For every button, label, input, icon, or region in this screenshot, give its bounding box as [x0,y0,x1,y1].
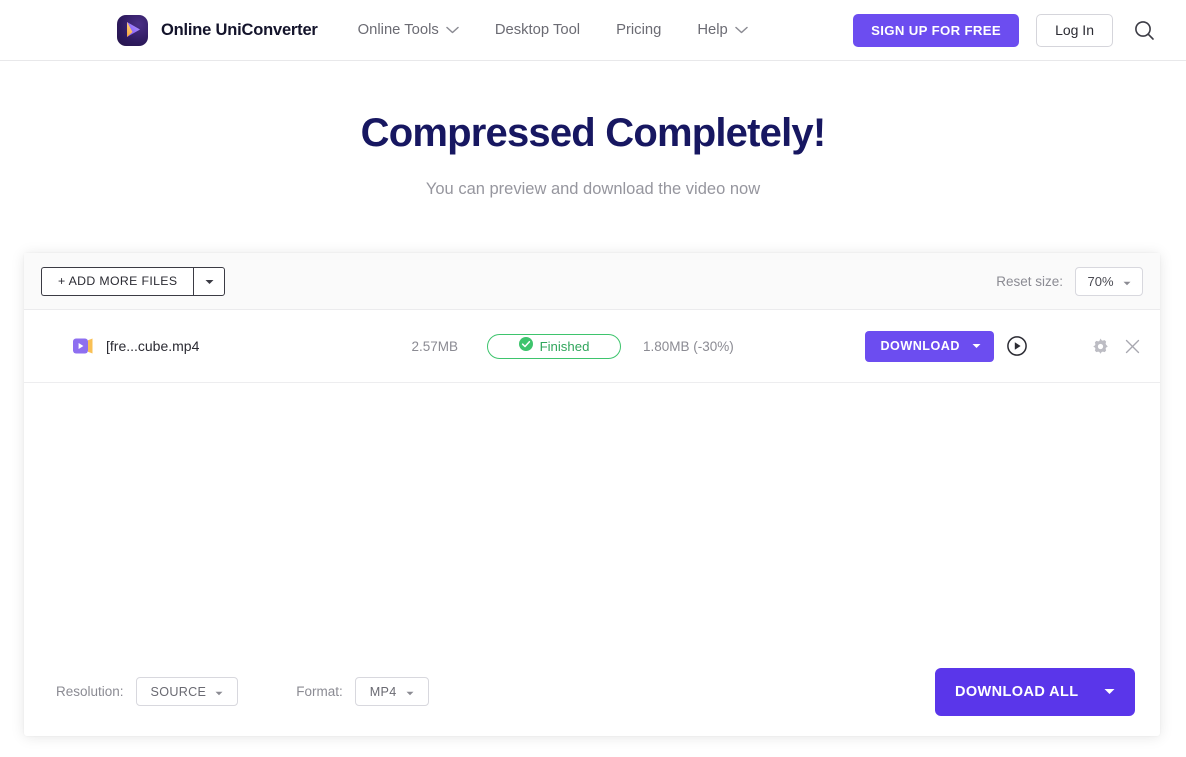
reset-size-select[interactable]: 70% [1075,266,1143,296]
caret-down-icon [1123,274,1131,289]
nav-label: Desktop Tool [494,22,581,38]
status-badge: Finished [487,333,621,359]
play-circle-icon[interactable] [1007,336,1027,356]
format-value: MP4 [369,684,397,699]
nav-label: Help [697,22,728,38]
add-more-files-group: + ADD MORE FILES [41,266,226,296]
video-file-icon [73,337,95,355]
page-title: Compressed Completely! [360,111,827,155]
add-more-files-button[interactable]: + ADD MORE FILES [41,266,194,296]
nav-label: Pricing [616,22,662,38]
caret-down-icon [205,272,214,290]
download-button-label: DOWNLOAD [880,339,960,353]
download-all-button[interactable]: DOWNLOAD ALL [935,667,1135,716]
row-actions: DOWNLOAD [865,330,1143,362]
brand[interactable]: Online UniConverter [117,14,318,46]
caret-down-icon [215,685,223,699]
format-label: Format: [296,684,343,699]
add-more-files-dropdown-button[interactable] [193,266,226,296]
resolution-select[interactable]: SOURCE [135,677,239,706]
card-empty-area [24,383,1160,648]
download-dropdown-caret-icon[interactable] [972,343,994,349]
site-header: Online UniConverter Online Tools Desktop… [0,0,1186,61]
status-label: Finished [539,338,590,354]
main-nav: Online Tools Desktop Tool Pricing Help [340,22,766,38]
compressed-size-label: 1.80MB (-30%) [643,338,734,354]
nav-item-desktop-tool[interactable]: Desktop Tool [477,22,598,38]
nav-item-help[interactable]: Help [679,22,765,38]
chevron-down-icon [446,22,459,38]
resolution-label: Resolution: [56,684,124,699]
resolution-value: SOURCE [150,684,207,699]
gear-icon[interactable] [1092,338,1109,355]
nav-label: Online Tools [357,22,439,38]
page-root: Online UniConverter Online Tools Desktop… [0,0,1186,757]
login-button[interactable]: Log In [1036,13,1113,47]
reset-size-control: Reset size: 70% [996,266,1143,296]
check-circle-icon [518,336,533,356]
file-name-label: [fre...cube.mp4 [106,338,200,354]
hero-section: Compressed Completely! You can preview a… [0,61,1186,199]
file-list-card: + ADD MORE FILES Reset size: 70% [fre...… [24,253,1160,736]
close-icon[interactable] [1125,339,1140,354]
download-all-caret-icon[interactable] [1104,688,1115,695]
header-actions: SIGN UP FOR FREE Log In [853,13,1159,47]
uniconverter-play-logo-icon [117,14,148,46]
card-footer: Resolution: SOURCE Format: MP4 DOWNLOAD … [24,648,1160,735]
signup-button[interactable]: SIGN UP FOR FREE [853,13,1020,47]
page-subtitle: You can preview and download the video n… [425,180,761,198]
original-size-label: 2.57MB [411,338,458,354]
card-toolbar: + ADD MORE FILES Reset size: 70% [24,253,1160,310]
brand-name: Online UniConverter [161,20,318,39]
format-select[interactable]: MP4 [354,677,429,706]
download-button[interactable]: DOWNLOAD [865,330,994,362]
search-icon[interactable] [1129,15,1159,45]
chevron-down-icon [735,22,748,38]
reset-size-label: Reset size: [996,273,1063,289]
download-all-label: DOWNLOAD ALL [955,683,1079,700]
caret-down-icon [406,685,414,699]
nav-item-pricing[interactable]: Pricing [598,22,679,38]
reset-size-value: 70% [1087,273,1114,289]
table-row: [fre...cube.mp4 2.57MB Finished 1.80MB (… [24,310,1160,383]
nav-item-online-tools[interactable]: Online Tools [340,22,477,38]
file-name-cell: [fre...cube.mp4 [41,337,396,355]
